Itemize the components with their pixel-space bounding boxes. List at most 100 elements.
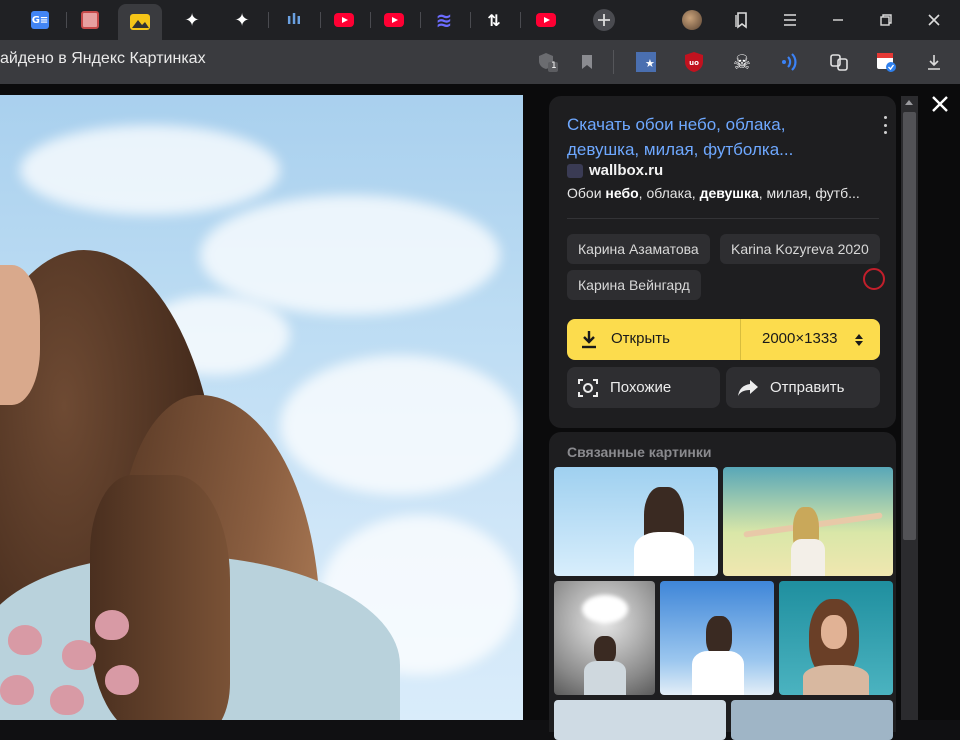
sparkle-icon: ✦ [184,9,200,31]
tag-chip[interactable]: Карина Вейнгард [567,270,701,300]
download-icon [582,331,596,349]
tab-separator [520,12,521,28]
plus-icon [593,9,615,31]
close-window-button[interactable] [922,8,946,32]
share-button[interactable]: Отправить [726,367,880,408]
extension-skull[interactable]: ☠ [730,50,754,74]
tab-sparkle-1[interactable]: ✦ [170,5,214,35]
snippet-part: Обои [567,185,606,201]
heart-print [8,625,42,655]
result-snippet: Обои небо, облака, девушка, милая, футб.… [567,185,887,201]
tab-stack-app[interactable]: ≋ [422,5,466,35]
close-viewer-button[interactable] [928,92,952,116]
collections-button[interactable] [730,8,754,32]
cloud [280,355,520,495]
menu-button[interactable] [778,8,802,32]
figure [634,532,694,576]
tab-youtube-3[interactable] [524,5,568,35]
bookmark-icon [582,55,592,69]
stack-icon: ≋ [435,8,453,32]
figure [594,636,616,664]
related-thumbnail[interactable] [779,581,893,695]
profile-avatar[interactable] [680,8,704,32]
scrollbar-thumb[interactable] [903,112,916,540]
star-extension-icon: ★ [636,52,656,72]
tag-chip[interactable]: Karina Kozyreva 2020 [720,234,880,264]
tab-multicolor[interactable]: ılı [272,5,316,35]
snippet-part: небо [605,185,639,201]
cloud [200,195,500,315]
google-translate-icon: G≡ [31,11,49,29]
protect-button[interactable]: 1 [536,50,560,74]
tab-yandex-images[interactable] [118,4,162,40]
minimize-button[interactable] [826,8,850,32]
result-title-link[interactable]: Скачать обои небо, облака, девушка, мила… [567,112,857,162]
heart-print [95,610,129,640]
cloud [20,125,280,215]
calendar-icon [877,53,896,72]
related-thumbnail[interactable] [731,700,893,740]
avatar [682,10,702,30]
restore-button[interactable] [874,8,898,32]
extension-ublock[interactable]: uo [682,50,706,74]
tab-code-app[interactable]: ⇅ [472,5,516,35]
heart-print [50,685,84,715]
ublock-icon: uo [685,52,703,72]
new-tab-button[interactable] [582,5,626,35]
tab-app-grid[interactable] [68,5,112,35]
cloud [582,595,628,623]
figure [791,539,825,576]
tab-separator [370,12,371,28]
related-thumbnail[interactable] [554,581,655,695]
extension-star[interactable]: ★ [634,50,658,74]
toolbar-divider [613,50,614,74]
domain-label: wallbox.ru [589,162,664,179]
heart-print [0,675,34,705]
tab-separator [268,12,269,28]
svg-text:uo: uo [689,59,699,67]
related-images-title: Связанные картинки [567,444,712,460]
related-thumbnail[interactable] [660,581,774,695]
extension-calendar[interactable] [874,50,898,74]
bookmarks-icon [735,12,747,29]
related-images-panel: Связанные картинки [549,432,896,740]
main-image[interactable] [0,95,523,720]
figure [706,616,732,656]
heart-print [105,665,139,695]
signal-icon [782,53,797,71]
tab-sparkle-2[interactable]: ✦ [220,5,264,35]
scroll-up-arrow-icon[interactable] [905,100,913,105]
sparkle-icon: ✦ [234,9,250,31]
tab-google-translate[interactable]: G≡ [18,5,62,35]
related-thumbnail[interactable] [554,700,726,740]
yandex-images-icon [130,14,150,30]
tab-youtube-2[interactable] [372,5,416,35]
tab-youtube-1[interactable] [322,5,366,35]
puzzle-icon [830,54,848,71]
protect-badge: 1 [551,61,557,71]
source-domain[interactable]: wallbox.ru [567,162,663,179]
bookmark-button[interactable] [575,50,599,74]
related-thumbnail[interactable] [723,467,893,576]
related-thumbnail[interactable] [554,467,718,576]
open-image-button[interactable]: Открыть 2000×1333 [567,319,880,360]
open-label: Открыть [611,330,670,347]
tab-separator [66,12,67,28]
downloads-button[interactable] [922,50,946,74]
tag-chip[interactable]: Карина Азаматова [567,234,710,264]
size-select[interactable]: 2000×1333 [762,330,838,347]
hamburger-icon [784,14,796,26]
tab-separator [420,12,421,28]
similar-button[interactable]: Похожие [567,367,720,408]
figure [584,661,626,695]
more-options-button[interactable] [880,116,890,134]
address-bar: айдено в Яндекс Картинках 1 ★ uo ☠ [0,40,960,84]
youtube-icon [536,13,556,27]
sort-arrows-icon [855,334,863,346]
extension-puzzle[interactable] [827,50,851,74]
extension-wifi[interactable] [778,50,802,74]
site-favicon-icon [567,163,583,178]
youtube-icon [334,13,354,27]
page-title[interactable]: айдено в Яндекс Картинках [0,50,206,68]
share-label: Отправить [770,379,845,396]
